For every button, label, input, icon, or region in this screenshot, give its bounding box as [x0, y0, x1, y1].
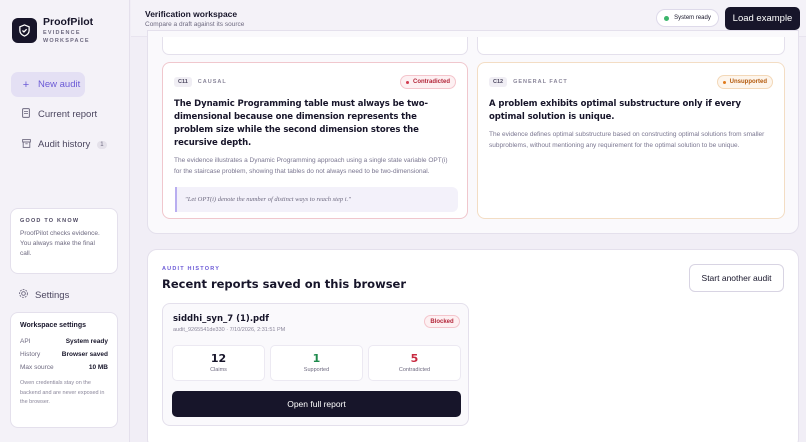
workspace-settings-card: Workspace settings API System ready Hist…: [10, 312, 118, 428]
good-to-know-card: GOOD TO KNOW ProofPilot checks evidence.…: [10, 208, 118, 274]
nav-new-audit[interactable]: + New audit: [11, 72, 85, 97]
claim-explanation: The evidence illustrates a Dynamic Progr…: [174, 157, 448, 175]
brand-name: ProofPilot: [43, 16, 94, 28]
stat-value: 1: [312, 352, 321, 365]
settings-row-value: 10 MB: [88, 364, 108, 371]
load-example-button[interactable]: Load example: [725, 7, 800, 30]
settings-row-label: History: [20, 351, 41, 358]
claim-type: GENERAL FACT: [513, 79, 568, 85]
nav-new-audit-label: New audit: [38, 79, 81, 90]
history-heading: Recent reports saved on this browser: [162, 277, 407, 291]
start-another-audit-button[interactable]: Start another audit: [689, 264, 784, 292]
claim-type: CAUSAL: [197, 79, 227, 85]
document-icon: [20, 108, 32, 121]
claim-card-stub: [162, 37, 468, 55]
plus-icon: +: [22, 78, 30, 91]
stat-label: Contradicted: [398, 367, 431, 373]
stat-value: 12: [210, 352, 227, 365]
open-full-report-button[interactable]: Open full report: [172, 391, 461, 417]
workspace-settings-title: Workspace settings: [20, 322, 87, 329]
stat-value: 5: [410, 352, 419, 365]
report-card: siddhi_syn_7 (1).pdf audit_9265541de330 …: [162, 303, 469, 426]
claim-status-text: Contradicted: [412, 79, 450, 85]
workspace-settings-note: Owen credentials stay on the backend and…: [20, 380, 105, 405]
claim-status-badge: Contradicted: [399, 75, 456, 89]
evidence-quote: "Let OPT(i) denote the number of distinc…: [175, 187, 458, 212]
good-to-know-title: GOOD TO KNOW: [20, 218, 80, 224]
stat-supported: 1 Supported: [270, 345, 363, 381]
settings-row-api: API System ready: [20, 335, 108, 348]
claim-explanation: The evidence defines optimal substructur…: [489, 131, 765, 149]
nav-settings-label: Settings: [35, 289, 70, 301]
page-title: Verification workspace: [145, 9, 238, 19]
claim-status-text: Unsupported: [729, 79, 767, 85]
nav-current-report[interactable]: Current report: [11, 102, 111, 127]
gear-icon: [18, 288, 29, 302]
settings-row-history: History Browser saved: [20, 348, 108, 361]
good-to-know-text: ProofPilot checks evidence. You always m…: [20, 230, 100, 257]
settings-row-label: Max source: [20, 364, 54, 371]
nav-audit-history-label: Audit history: [38, 139, 91, 150]
stat-claims: 12 Claims: [172, 345, 265, 381]
claim-id: C11: [174, 77, 192, 87]
settings-row-value: System ready: [65, 338, 108, 345]
report-status-badge: Blocked: [424, 315, 460, 328]
stat-label: Supported: [303, 367, 330, 373]
sidebar: ProofPilot EVIDENCE WORKSPACE + New audi…: [0, 0, 130, 442]
audit-history-count-badge: 1: [97, 140, 107, 149]
brand: ProofPilot EVIDENCE WORKSPACE: [12, 16, 103, 45]
system-status-text: System ready: [674, 15, 711, 21]
report-file-name: siddhi_syn_7 (1).pdf: [173, 314, 269, 324]
page-subtitle: Compare a draft against its source: [145, 21, 245, 28]
archive-icon: [20, 138, 32, 151]
nav-current-report-label: Current report: [38, 109, 98, 120]
report-meta: audit_9265541de330 · 7/10/2026, 2:31:51 …: [173, 327, 286, 333]
nav-audit-history[interactable]: Audit history 1: [11, 132, 121, 157]
claim-status-badge: Unsupported: [716, 75, 773, 89]
claim-card: C11 CAUSAL Contradicted The Dynamic Prog…: [162, 62, 468, 219]
stat-label: Claims: [210, 367, 227, 373]
claim-card-stub: [477, 37, 785, 55]
settings-row-label: API: [20, 338, 31, 345]
status-dot-icon: [722, 80, 726, 84]
claim-id: C12: [489, 77, 508, 87]
status-dot-icon: [664, 15, 670, 21]
claim-text: A problem exhibits optimal substructure …: [489, 99, 741, 122]
shield-check-logo-icon: [12, 18, 37, 43]
status-dot-icon: [405, 80, 409, 84]
settings-row-max-source: Max source 10 MB: [20, 361, 108, 374]
claim-card: C12 GENERAL FACT Unsupported A problem e…: [477, 62, 785, 219]
claim-text: The Dynamic Programming table must alway…: [174, 99, 428, 148]
system-status-badge: System ready: [656, 9, 719, 27]
nav-settings[interactable]: Settings: [18, 288, 69, 302]
stat-contradicted: 5 Contradicted: [368, 345, 461, 381]
brand-subtitle: EVIDENCE WORKSPACE: [43, 30, 90, 44]
settings-row-value: Browser saved: [61, 351, 108, 358]
history-eyebrow: AUDIT HISTORY: [162, 266, 221, 272]
